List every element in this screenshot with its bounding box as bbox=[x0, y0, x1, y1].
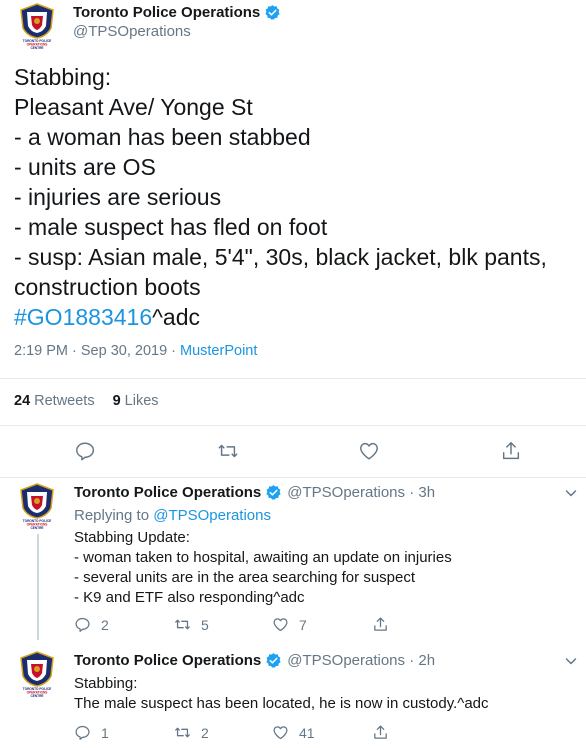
account-name-row[interactable]: Toronto Police Operations bbox=[73, 4, 281, 21]
retweet-button[interactable]: 5 bbox=[174, 616, 209, 633]
share-button[interactable] bbox=[372, 616, 399, 633]
retweet-button[interactable]: 2 bbox=[174, 724, 209, 741]
tweet-hashtag-line: #GO1883416^adc bbox=[14, 302, 584, 332]
reply-line: The male suspect has been located, he is… bbox=[74, 695, 489, 712]
like-button[interactable]: 41 bbox=[272, 724, 315, 741]
retweets-stat[interactable]: 24 Retweets bbox=[14, 393, 95, 409]
main-tweet-header: TORONTO POLICE OPERATIONS CENTRE Toronto… bbox=[0, 0, 586, 60]
retweet-icon bbox=[175, 727, 190, 738]
replying-to-label: Replying to bbox=[74, 507, 150, 524]
retweets-count: 24 bbox=[14, 393, 31, 409]
tweet-timestamp[interactable]: 2:19 PM · Sep 30, 2019 · bbox=[14, 343, 176, 359]
tweet-line: construction boots bbox=[14, 274, 201, 300]
likes-stat[interactable]: 9 Likes bbox=[113, 393, 159, 409]
account-handle[interactable]: @TPSOperations bbox=[73, 23, 191, 40]
tweet-line: - male suspect has fled on foot bbox=[14, 214, 328, 240]
likes-label: Likes bbox=[124, 393, 159, 409]
reply-header: Toronto Police Operations @TPSOperations… bbox=[74, 484, 435, 501]
tps-logo-avatar[interactable]: TORONTO POLICE OPERATIONS CENTRE bbox=[13, 2, 61, 50]
reply-actions: 1 2 41 bbox=[74, 724, 394, 746]
verified-badge-icon bbox=[265, 652, 282, 669]
retweet-count: 2 bbox=[201, 724, 209, 741]
heart-icon[interactable] bbox=[358, 440, 380, 462]
reply-line: - woman taken to hospital, awaiting an u… bbox=[74, 549, 452, 566]
reply-count: 1 bbox=[101, 724, 109, 741]
tps-logo-avatar[interactable]: TORONTO POLICE OPERATIONS CENTRE bbox=[13, 482, 61, 530]
reply-text: Stabbing Update: - woman taken to hospit… bbox=[74, 528, 452, 608]
tweet-line: Pleasant Ave/ Yonge St bbox=[14, 94, 253, 120]
reply-line: Stabbing: bbox=[74, 675, 138, 692]
reply-line: - K9 and ETF also responding^adc bbox=[74, 589, 305, 606]
account-name[interactable]: Toronto Police Operations bbox=[73, 4, 260, 21]
svg-text:CENTRE: CENTRE bbox=[30, 526, 43, 530]
reply-icon bbox=[75, 725, 90, 740]
reply-button[interactable]: 1 bbox=[74, 724, 109, 741]
svg-text:CENTRE: CENTRE bbox=[30, 694, 43, 698]
chevron-down-icon[interactable] bbox=[564, 654, 578, 668]
retweet-icon bbox=[175, 619, 190, 630]
retweets-label: Retweets bbox=[34, 393, 95, 409]
tps-logo-avatar[interactable]: TORONTO POLICE OPERATIONS CENTRE bbox=[13, 650, 61, 698]
share-icon bbox=[374, 725, 387, 739]
reply-line: - several units are in the area searchin… bbox=[74, 569, 416, 586]
tweet-meta: 2:19 PM · Sep 30, 2019 · MusterPoint bbox=[14, 343, 257, 359]
share-icon[interactable] bbox=[500, 440, 522, 462]
hashtag-link[interactable]: #GO1883416 bbox=[14, 304, 152, 330]
reply-tweet[interactable]: TORONTO POLICE OPERATIONS CENTRE Toronto… bbox=[0, 478, 586, 644]
retweet-count: 5 bbox=[201, 616, 209, 633]
thread-line bbox=[37, 534, 39, 640]
replying-to: Replying to @TPSOperations bbox=[74, 507, 271, 524]
reply-icon[interactable] bbox=[74, 440, 96, 462]
account-name[interactable]: Toronto Police Operations bbox=[74, 484, 261, 501]
svg-text:CENTRE: CENTRE bbox=[30, 46, 43, 50]
likes-count: 9 bbox=[112, 393, 121, 409]
tweet-stats: 24 Retweets 9 Likes bbox=[14, 393, 177, 409]
like-button[interactable]: 7 bbox=[272, 616, 307, 633]
reply-header: Toronto Police Operations @TPSOperations… bbox=[74, 652, 435, 669]
like-count: 41 bbox=[299, 724, 315, 741]
reply-count: 2 bbox=[101, 616, 109, 633]
reply-text: Stabbing: The male suspect has been loca… bbox=[74, 674, 489, 714]
account-handle[interactable]: @TPSOperations · 3h bbox=[287, 484, 435, 501]
reply-line: Stabbing Update: bbox=[74, 529, 190, 546]
tweet-actions bbox=[0, 436, 586, 466]
replying-to-handle[interactable]: @TPSOperations bbox=[153, 507, 271, 524]
account-name[interactable]: Toronto Police Operations bbox=[74, 652, 261, 669]
reply-button[interactable]: 2 bbox=[74, 616, 109, 633]
divider bbox=[0, 378, 586, 379]
verified-badge-icon bbox=[264, 4, 281, 21]
hashtag-suffix: ^adc bbox=[152, 304, 201, 330]
heart-icon bbox=[273, 726, 288, 740]
reply-tweet[interactable]: TORONTO POLICE OPERATIONS CENTRE Toronto… bbox=[0, 646, 586, 748]
chevron-down-icon[interactable] bbox=[564, 486, 578, 500]
tweet-line: - units are OS bbox=[14, 154, 156, 180]
like-count: 7 bbox=[299, 616, 307, 633]
tweet-line: - injuries are serious bbox=[14, 184, 222, 210]
reply-icon bbox=[75, 617, 90, 632]
share-icon bbox=[374, 617, 387, 631]
reply-actions: 2 5 7 bbox=[74, 616, 394, 638]
tweet-line: Stabbing: bbox=[14, 64, 112, 90]
verified-badge-icon bbox=[265, 484, 282, 501]
tweet-source[interactable]: MusterPoint bbox=[180, 343, 257, 359]
heart-icon bbox=[273, 618, 288, 632]
tweet-line: - susp: Asian male, 5'4", 30s, black jac… bbox=[14, 244, 547, 270]
retweet-icon[interactable] bbox=[217, 440, 239, 462]
tweet-text: Stabbing: Pleasant Ave/ Yonge St - a wom… bbox=[14, 62, 584, 332]
share-button[interactable] bbox=[372, 724, 399, 741]
tweet-line: - a woman has been stabbed bbox=[14, 124, 311, 150]
divider bbox=[0, 425, 586, 426]
account-handle[interactable]: @TPSOperations · 2h bbox=[287, 652, 435, 669]
